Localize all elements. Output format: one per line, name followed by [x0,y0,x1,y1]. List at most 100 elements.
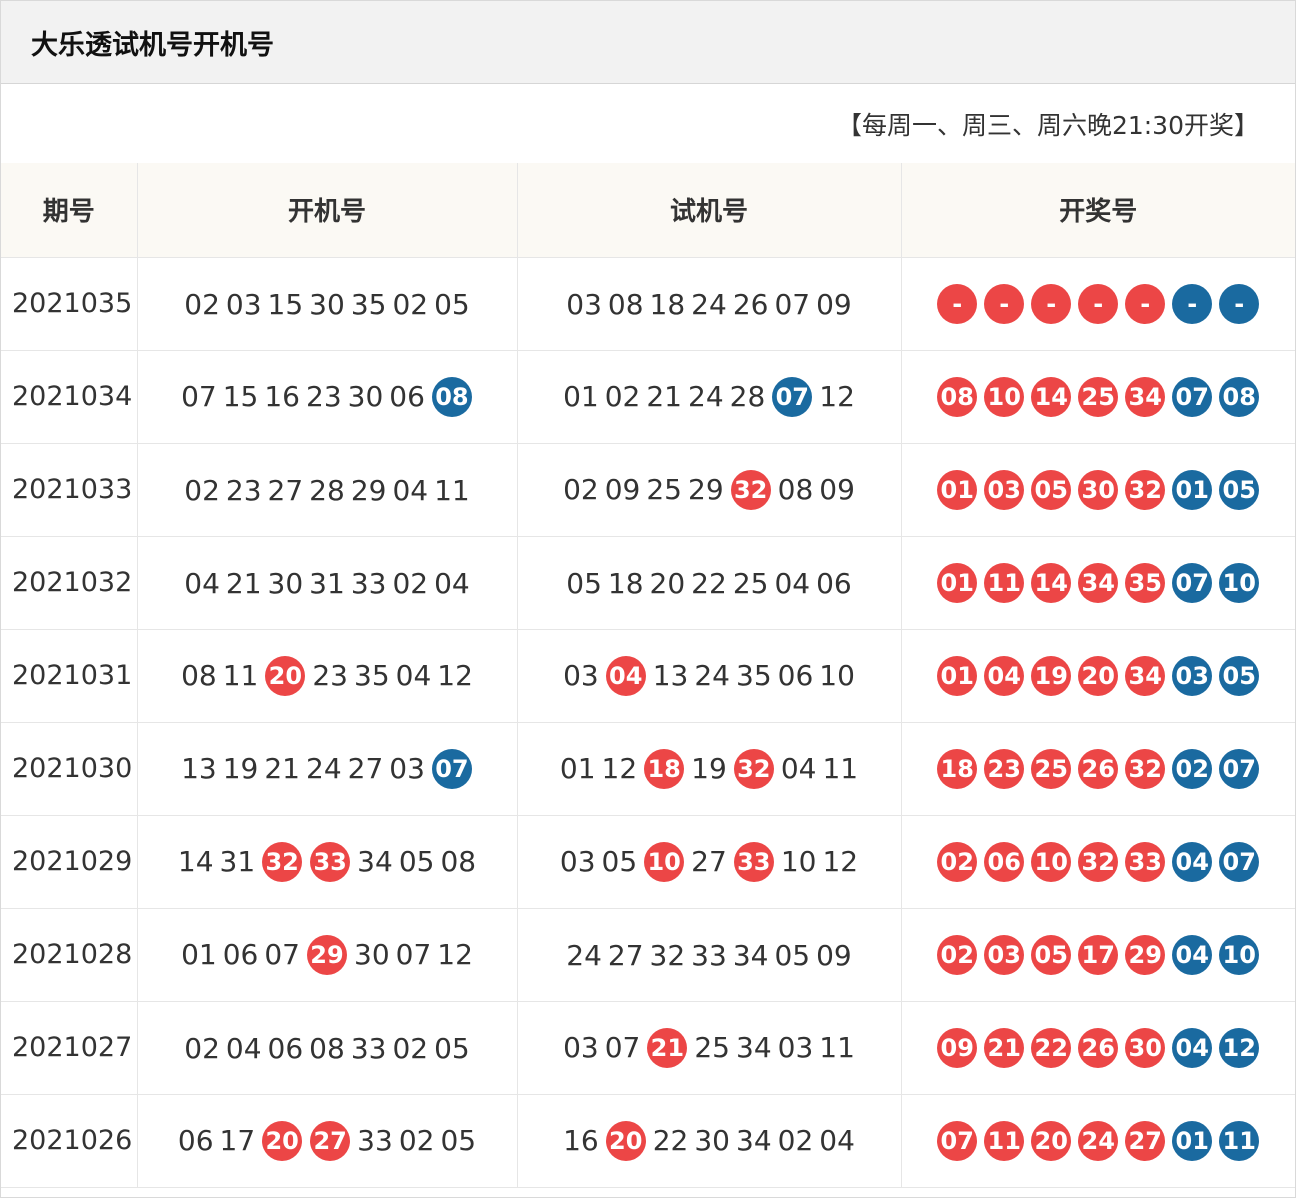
number: 04 [434,566,470,600]
draw-numbers: 07 11 20 24 27 01 11 [901,1094,1295,1188]
open-numbers: 02 03 15 30 35 02 05 [137,257,518,351]
red-ball: 14 [1031,376,1072,417]
red-ball: 05 [1031,934,1072,975]
number: 24 [306,752,342,785]
number: 09 [819,473,855,506]
number: 24 [688,380,724,413]
red-ball: 34 [1125,655,1166,696]
number: 30 [347,380,384,413]
number: 12 [601,752,638,785]
open-numbers: 13 19 21 24 27 03 07 [137,722,518,816]
number: 02 [398,1124,435,1157]
red-ball: 35 [1125,562,1166,603]
number: 02 [392,287,429,321]
number: 05 [601,845,638,878]
number: 02 [184,1031,220,1065]
red-ball: 11 [984,1120,1025,1161]
trial-numbers: 24 27 32 33 34 05 09 [517,908,902,1002]
number: 12 [437,659,473,692]
number: 33 [350,566,387,600]
number: 29 [350,473,387,507]
blue-ball: 11 [1219,1120,1260,1161]
number: 27 [267,473,304,507]
issue-number: 2021034 [1,350,138,444]
red-ball: 08 [937,376,978,417]
number: 35 [350,287,387,321]
blue-ball: 10 [1219,934,1260,975]
red-ball: 26 [1078,748,1119,789]
blue-ball: 03 [1172,655,1213,696]
red-ball: 23 [984,748,1025,789]
draw-numbers: 08 10 14 25 34 07 08 [901,350,1295,444]
number: 22 [652,1124,689,1157]
issue-number: 2021028 [1,908,138,1002]
number: 07 [604,1031,641,1064]
number: 21 [646,380,682,413]
number: 28 [729,380,766,413]
number: 07 [774,287,811,321]
number: 03 [225,287,262,321]
number: 06 [267,1031,304,1065]
blue-ball: 07 [431,748,472,789]
red-ball: 18 [644,748,685,789]
number: 24 [566,938,602,972]
number: 16 [264,380,300,413]
header-open-number: 开机号 [137,163,518,258]
number: 27 [691,845,727,878]
blue-ball: 05 [1219,469,1260,510]
table-header-row: 期号 开机号 试机号 开奖号 [1,163,1295,258]
red-ball: 32 [733,748,774,789]
issue-number: 2021033 [1,443,138,537]
blue-ball: 04 [1172,841,1213,882]
trial-numbers: 01 12 18 19 32 04 11 [517,722,902,816]
number: 04 [395,659,432,692]
red-ball: 03 [984,934,1025,975]
number: 09 [816,938,852,972]
blue-ball: 08 [431,376,472,417]
red-ball: 22 [1031,1027,1072,1068]
table-row: 2021035 02 03 15 30 35 02 05 03 08 18 24 26 07 09- - - - -… [1,257,1295,351]
table-row: 2021030 13 19 21 24 27 03 07 01 12 18 19 32 04 11 18 23 2… [1,722,1295,816]
number: 23 [225,473,262,507]
red-ball: 33 [310,841,351,882]
number: 29 [688,473,724,506]
number: 03 [566,287,602,321]
red-ball: 17 [1078,934,1119,975]
table-row: 2021026 06 17 20 27 33 02 05 16 20 22 30 34 02 04 07 11 2… [1,1094,1295,1188]
number: 12 [822,845,859,878]
number: 23 [306,380,342,413]
red-ball: 32 [262,841,303,882]
blue-ball: 04 [1172,1027,1213,1068]
draw-numbers: 01 04 19 20 34 03 05 [901,629,1295,723]
schedule-note: 【每周一、周三、周六晚21:30开奖】 [836,110,1259,140]
number: 11 [434,473,470,507]
number: 31 [309,566,345,600]
trial-numbers: 16 20 22 30 34 02 04 [517,1094,902,1188]
number: 08 [777,473,814,506]
issue-number: 2021026 [1,1094,138,1188]
number: 30 [309,287,345,321]
number: 02 [184,473,220,507]
number: 25 [732,566,769,600]
number: 03 [563,1031,599,1064]
open-numbers: 07 15 16 23 30 06 08 [137,350,518,444]
number: 04 [225,1031,262,1065]
number: 27 [607,938,644,972]
number: 15 [222,380,259,413]
number: 28 [309,473,345,507]
issue-number: 2021035 [1,257,138,351]
number: 21 [225,566,262,600]
page-title: 大乐透试机号开机号 [31,29,274,61]
number: 24 [694,659,730,692]
blue-ball: 04 [1172,934,1213,975]
red-ball: 10 [644,841,685,882]
trial-numbers: 01 02 21 24 28 07 12 [517,350,902,444]
open-numbers: 08 11 20 23 35 04 12 [137,629,518,723]
red-ball: 25 [1031,748,1072,789]
number: 04 [780,752,817,785]
blue-ball: 01 [1172,1120,1213,1161]
red-ball: 20 [1031,1120,1072,1161]
table-row: 2021027 02 04 06 08 33 02 05 03 07 21 25 34 03 11 09 21 2… [1,1001,1295,1095]
number: 06 [177,1124,214,1157]
trial-numbers: 03 08 18 24 26 07 09 [517,257,902,351]
